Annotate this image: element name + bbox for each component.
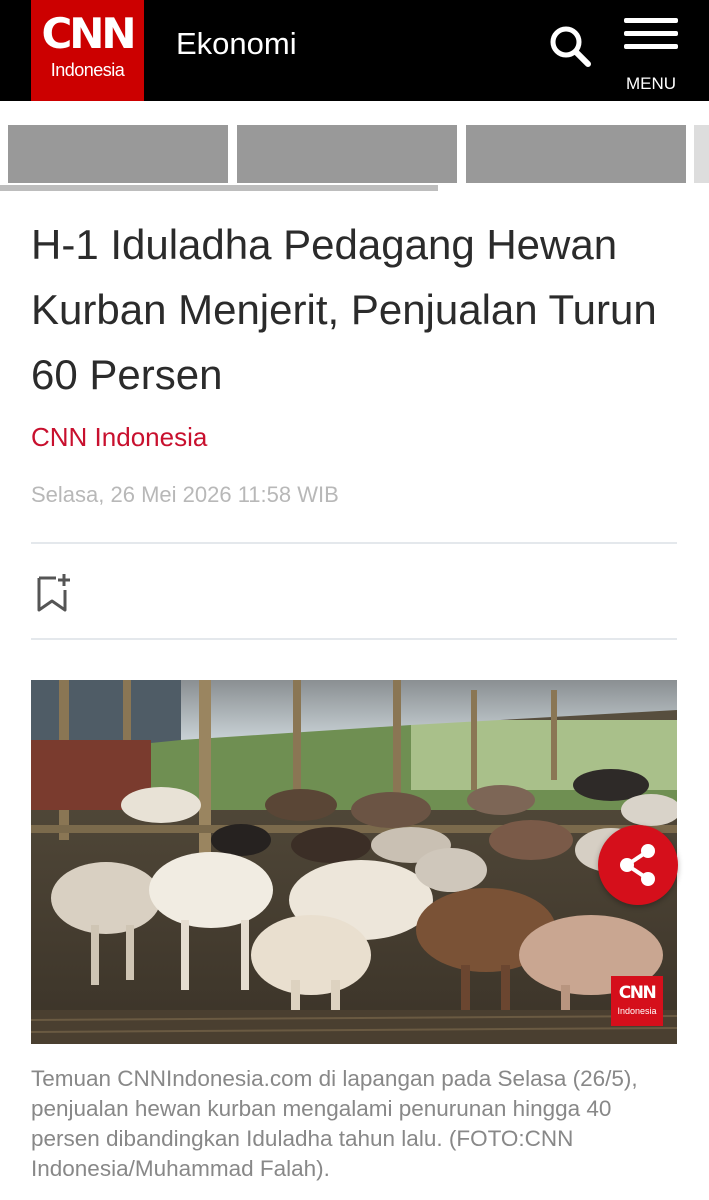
menu-button[interactable]: MENU bbox=[616, 14, 686, 96]
carousel-progress-bar bbox=[0, 185, 438, 191]
search-icon bbox=[550, 26, 591, 67]
ad-slot[interactable] bbox=[466, 125, 686, 183]
menu-label: MENU bbox=[625, 74, 677, 93]
article-photo[interactable] bbox=[31, 680, 677, 1044]
divider bbox=[31, 542, 677, 544]
logo-subtext: Indonesia bbox=[50, 60, 125, 80]
search-button[interactable] bbox=[546, 22, 594, 70]
logo-text: CNN bbox=[41, 9, 136, 58]
cnn-indonesia-logo[interactable]: CNN Indonesia bbox=[31, 0, 144, 101]
article-author[interactable]: CNN Indonesia bbox=[31, 420, 207, 454]
watermark-subtext: Indonesia bbox=[617, 1006, 657, 1016]
share-icon bbox=[620, 844, 655, 886]
header-bar: CNN Indonesia Ekonomi MENU bbox=[0, 0, 709, 101]
hamburger-icon bbox=[624, 14, 678, 52]
photo-watermark: CNN Indonesia bbox=[611, 976, 663, 1026]
photo-caption: Temuan CNNIndonesia.com di lapangan pada… bbox=[31, 1066, 638, 1181]
bookmark-button[interactable] bbox=[34, 570, 76, 614]
ad-slot[interactable] bbox=[694, 125, 709, 183]
share-button[interactable] bbox=[598, 825, 678, 905]
bookmark-add-icon bbox=[37, 574, 70, 612]
divider bbox=[31, 638, 677, 640]
ad-carousel[interactable] bbox=[0, 101, 709, 201]
watermark-text: CNN bbox=[618, 983, 657, 1003]
ad-slot[interactable] bbox=[237, 125, 457, 183]
article-title: H-1 Iduladha Pedagang Hewan Kurban Menje… bbox=[31, 221, 657, 398]
goat-pen-photo bbox=[31, 680, 677, 1044]
article-date: Selasa, 26 Mei 2026 11:58 WIB bbox=[31, 482, 339, 507]
section-title[interactable]: Ekonomi bbox=[176, 26, 297, 62]
ad-slot[interactable] bbox=[8, 125, 228, 183]
